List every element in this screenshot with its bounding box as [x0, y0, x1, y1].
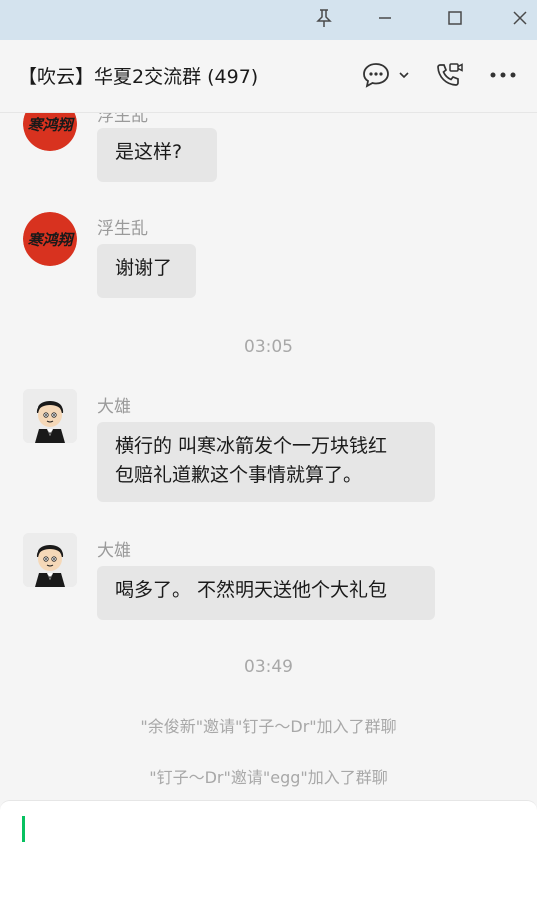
message-text: 是这样?	[115, 141, 183, 163]
cartoon-boy-avatar-image	[23, 389, 77, 443]
chat-header: 【吹云】华夏2交流群 (497)	[0, 40, 537, 113]
window-titlebar	[0, 0, 537, 40]
sender-name: 浮生乱	[97, 219, 148, 239]
minimize-icon	[379, 17, 391, 19]
more-icon	[490, 72, 516, 78]
avatar[interactable]	[23, 389, 77, 443]
maximize-button[interactable]	[435, 0, 475, 36]
timestamp: 03:49	[244, 657, 293, 677]
svg-text:寒鸿翔: 寒鸿翔	[27, 231, 75, 249]
message-text: 喝多了。 不然明天送他个大礼包	[115, 579, 388, 601]
seal-avatar-image: 寒鸿翔	[23, 113, 77, 151]
system-message: "钉子～Dr"邀请"egg"加入了群聊	[149, 768, 388, 787]
minimize-button[interactable]	[365, 0, 405, 36]
close-button[interactable]	[500, 0, 537, 36]
sender-name: 浮生乱	[97, 113, 148, 126]
message-text: 谢谢了	[115, 257, 173, 279]
cartoon-boy-avatar-image	[23, 533, 77, 587]
chat-bubble-icon	[363, 63, 389, 88]
message-bubble[interactable]: 谢谢了	[97, 244, 196, 298]
close-icon	[513, 11, 527, 25]
video-call-icon	[437, 63, 463, 86]
message-list[interactable]: 寒鸿翔 浮生乱 是这样? 寒鸿翔 浮生乱 谢谢了 03:05 大雄 横行的 叫寒…	[0, 113, 537, 800]
maximize-icon	[448, 11, 462, 25]
pin-button[interactable]	[304, 0, 344, 36]
pin-icon	[316, 9, 332, 27]
svg-text:寒鸿翔: 寒鸿翔	[27, 116, 75, 134]
chat-title: 【吹云】华夏2交流群 (497)	[18, 66, 259, 88]
system-message: "余俊新"邀请"钉子～Dr"加入了群聊	[140, 717, 397, 736]
message-input[interactable]	[0, 800, 537, 919]
avatar[interactable]: 寒鸿翔	[23, 212, 77, 266]
more-button[interactable]	[486, 60, 520, 90]
avatar[interactable]: 寒鸿翔	[23, 113, 77, 151]
sender-name: 大雄	[97, 397, 131, 417]
avatar[interactable]	[23, 533, 77, 587]
message-text-line: 包赔礼道歉这个事情就算了。	[115, 464, 363, 486]
message-bubble[interactable]: 喝多了。 不然明天送他个大礼包	[97, 566, 435, 620]
text-caret	[22, 816, 25, 842]
message-bubble[interactable]: 是这样?	[97, 128, 217, 182]
chat-info-button[interactable]	[360, 60, 412, 90]
timestamp: 03:05	[244, 337, 293, 357]
message-text-line: 横行的 叫寒冰箭发个一万块钱红	[115, 435, 388, 457]
sender-name: 大雄	[97, 541, 131, 561]
call-button[interactable]	[432, 60, 466, 90]
message-bubble[interactable]: 横行的 叫寒冰箭发个一万块钱红 包赔礼道歉这个事情就算了。	[97, 422, 435, 502]
chevron-down-icon	[399, 72, 409, 79]
seal-avatar-image: 寒鸿翔	[23, 212, 77, 266]
